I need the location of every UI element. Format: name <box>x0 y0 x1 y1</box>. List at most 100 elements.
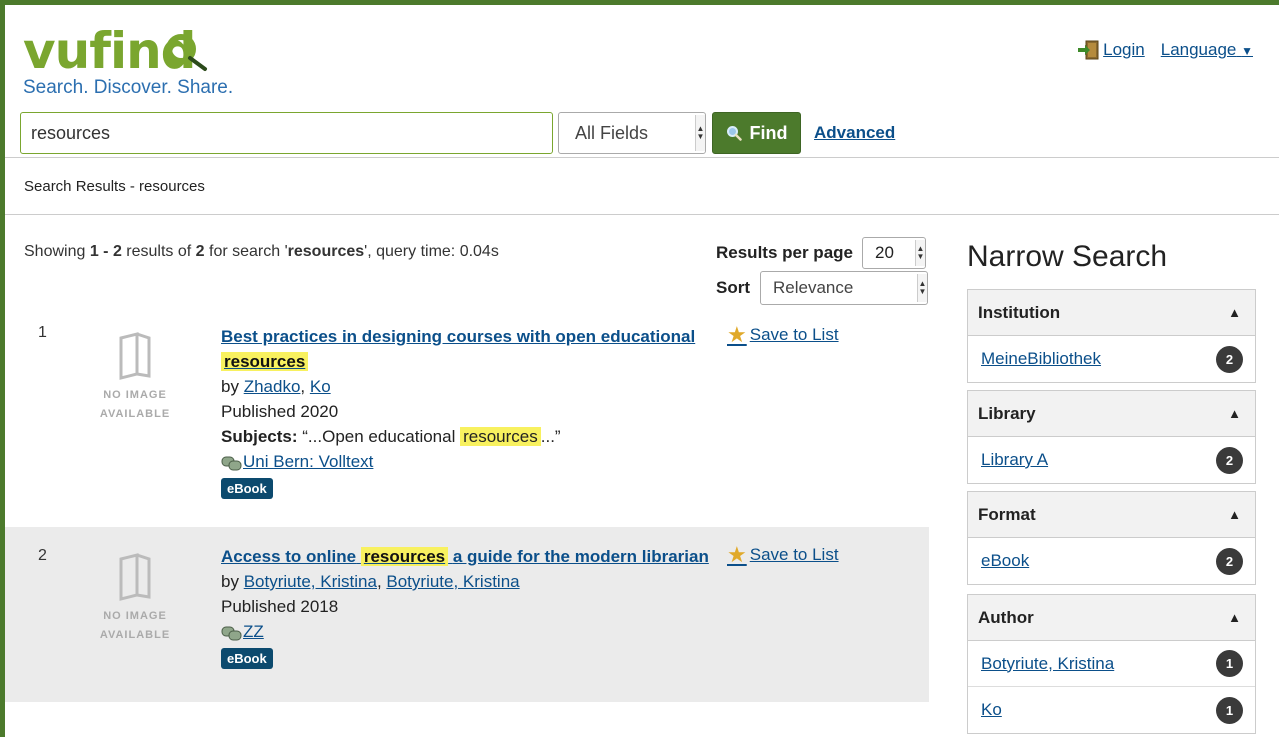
thumb-line2: AVAILABLE <box>99 629 171 641</box>
author-link[interactable]: Botyriute, Kristina <box>386 572 519 591</box>
advanced-search-link[interactable]: Advanced <box>814 123 895 143</box>
results-controls: Results per page 20 ▲ ▼ Sort Relevance ▲ ▼ <box>716 237 928 305</box>
thumb-line1: NO IMAGE <box>103 610 167 622</box>
facet-header[interactable]: Institution ▲ <box>968 290 1255 336</box>
result-item: 1 NO IMAGE AVAILABLE Best practices in de… <box>5 310 929 525</box>
fulltext-link-text: ZZ <box>243 622 264 641</box>
language-menu[interactable]: Language ▼ <box>1161 40 1253 60</box>
narrow-search-title: Narrow Search <box>967 240 1168 273</box>
result-title-link[interactable]: Best practices in designing courses with… <box>221 327 695 371</box>
summary-query: resources <box>287 243 365 260</box>
select-arrows-icon: ▲ ▼ <box>915 240 925 266</box>
search-type-value: All Fields <box>575 122 649 143</box>
door-icon <box>1078 40 1099 60</box>
collapse-triangle-icon: ▲ <box>1228 507 1241 522</box>
result-number: 2 <box>38 547 47 564</box>
title-text: Best practices in designing courses with… <box>221 327 696 346</box>
facet-item-link[interactable]: Botyriute, Kristina <box>981 654 1114 674</box>
author-link[interactable]: Ko <box>310 377 331 396</box>
collapse-triangle-icon: ▲ <box>1228 305 1241 320</box>
published-date: Published 2020 <box>221 402 339 421</box>
author-link[interactable]: Botyriute, Kristina <box>244 572 377 591</box>
collapse-triangle-icon: ▲ <box>1228 406 1241 421</box>
save-to-list-link[interactable]: ★ Save to List <box>727 544 839 566</box>
book-placeholder-icon <box>119 332 151 380</box>
breadcrumb: Search Results - resources <box>5 157 1279 215</box>
search-bar: All Fields ▲▼ Find Advanced <box>20 112 895 154</box>
facet-item-link[interactable]: eBook <box>981 551 1029 571</box>
no-image-text: NO IMAGE AVAILABLE <box>99 607 171 645</box>
facet-count-badge: 2 <box>1216 345 1243 373</box>
facet-item-link[interactable]: MeineBibliothek <box>981 349 1101 369</box>
sort-select[interactable]: Relevance ▲ ▼ <box>760 271 928 305</box>
fulltext-link[interactable]: Uni Bern: Volltext <box>221 452 373 471</box>
subjects-highlight: resources <box>460 427 541 446</box>
facet-header[interactable]: Format ▲ <box>968 492 1255 538</box>
save-to-list-link[interactable]: ★ Save to List <box>727 324 839 346</box>
search-type-select[interactable]: All Fields ▲ ▼ <box>558 112 706 154</box>
facet-header[interactable]: Author ▲ <box>968 595 1255 641</box>
facet-title: Institution <box>978 302 1061 322</box>
summary-mid1: results of <box>121 243 196 260</box>
collapse-triangle-icon: ▲ <box>1228 610 1241 625</box>
magnifier-logo-icon <box>166 34 207 71</box>
facet-header[interactable]: Library ▲ <box>968 391 1255 437</box>
subjects-end: ...” <box>540 427 561 446</box>
vufind-logo[interactable]: vufind Search. Discover. Share. <box>23 19 263 109</box>
summary-mid2: for search ' <box>204 243 288 260</box>
result-body: Best practices in designing courses with… <box>221 324 721 500</box>
title-highlight: resources <box>221 352 309 371</box>
sort-label: Sort <box>716 278 750 297</box>
facet-item: Library A 2 <box>968 437 1255 483</box>
save-label: Save to List <box>749 545 839 564</box>
link-chain-icon <box>221 456 242 471</box>
author-link[interactable]: Zhadko <box>244 377 301 396</box>
result-item: 2 NO IMAGE AVAILABLE Access to online res… <box>5 527 929 702</box>
link-chain-icon <box>221 626 242 641</box>
star-icon: ★ <box>727 322 747 347</box>
search-input[interactable] <box>20 112 553 154</box>
facet-title: Format <box>978 504 1036 524</box>
login-link[interactable]: Login <box>1078 40 1145 60</box>
header-links: Login Language ▼ <box>1078 40 1253 60</box>
summary-range: 1 - 2 <box>89 243 122 260</box>
title-text: Access to online <box>221 547 357 566</box>
no-image-text: NO IMAGE AVAILABLE <box>99 386 171 424</box>
star-icon: ★ <box>727 542 747 567</box>
result-title-link[interactable]: Access to online resources a guide for t… <box>221 547 709 566</box>
by-label: by <box>221 572 239 591</box>
rpp-label: Results per page <box>716 243 853 262</box>
facet-count-badge: 2 <box>1216 446 1243 474</box>
caret-down-icon: ▼ <box>1241 44 1253 58</box>
book-placeholder-icon <box>119 553 151 601</box>
facet-library: Library ▲ Library A 2 <box>967 390 1256 484</box>
no-image-thumbnail[interactable]: NO IMAGE AVAILABLE <box>99 330 171 420</box>
login-label: Login <box>1103 40 1145 59</box>
language-label: Language <box>1160 40 1237 59</box>
no-image-thumbnail[interactable]: NO IMAGE AVAILABLE <box>99 551 171 641</box>
summary-prefix: Showing <box>24 243 90 260</box>
format-badge: eBook <box>221 648 273 669</box>
find-button[interactable]: Find <box>712 112 801 154</box>
facet-item-link[interactable]: Library A <box>981 450 1048 470</box>
rpp-value: 20 <box>875 243 894 262</box>
facet-item: eBook 2 <box>968 538 1255 584</box>
result-body: Access to online resources a guide for t… <box>221 544 721 670</box>
results-per-page-select[interactable]: 20 ▲ ▼ <box>862 237 926 269</box>
facet-count-badge: 1 <box>1216 650 1243 677</box>
summary-total: 2 <box>195 243 205 260</box>
facet-author: Author ▲ Botyriute, Kristina 1 Ko 1 <box>967 594 1256 734</box>
results-summary: Showing 1 - 2 results of 2 for search 'r… <box>24 243 499 261</box>
save-label: Save to List <box>749 325 839 344</box>
facet-count-badge: 1 <box>1216 696 1243 724</box>
result-number: 1 <box>38 324 47 341</box>
find-label: Find <box>749 122 788 143</box>
facet-item: Botyriute, Kristina 1 <box>968 641 1255 687</box>
title-text-end: a guide for the modern librarian <box>452 547 709 566</box>
logo-tagline: Search. Discover. Share. <box>23 77 234 98</box>
facet-format: Format ▲ eBook 2 <box>967 491 1256 585</box>
facet-item-link[interactable]: Ko <box>981 700 1002 720</box>
facet-item: Ko 1 <box>968 687 1255 733</box>
fulltext-link[interactable]: ZZ <box>221 622 264 641</box>
sort-row: Sort Relevance ▲ ▼ <box>716 271 928 305</box>
